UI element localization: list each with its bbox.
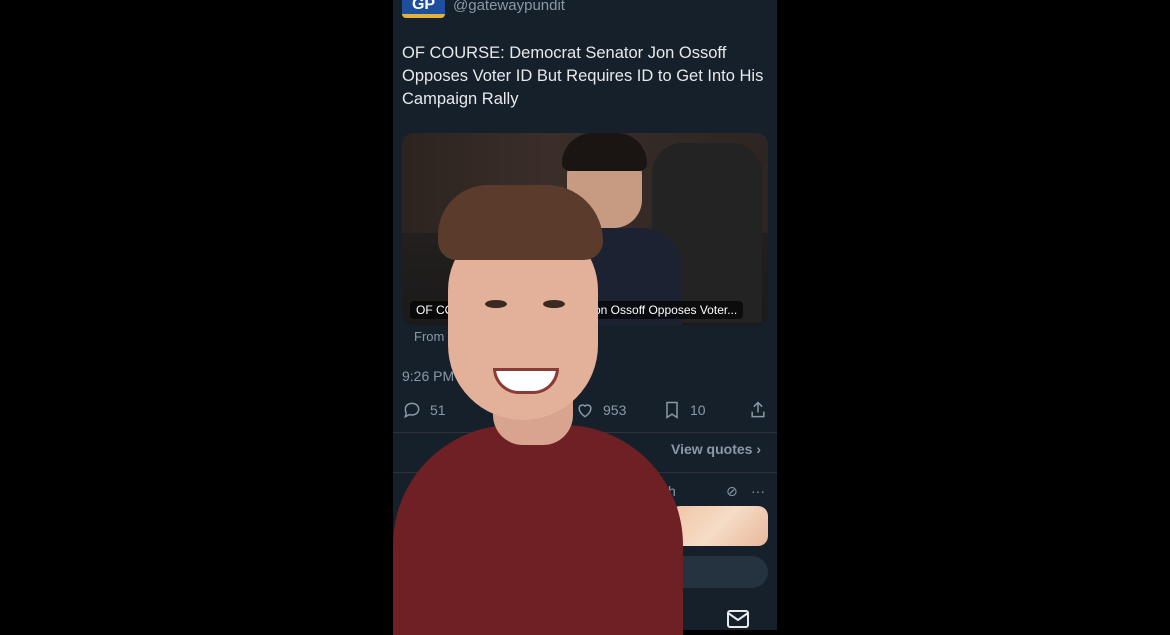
- more-icon[interactable]: ···: [751, 483, 765, 499]
- logo-stripe: [402, 14, 445, 18]
- media-person-hair: [562, 133, 647, 171]
- view-quotes-link[interactable]: View quotes ›: [671, 441, 761, 457]
- chevron-right-icon: ›: [756, 441, 761, 457]
- creator-eye: [543, 300, 565, 308]
- creator-hair: [438, 185, 603, 260]
- tweet-text: OF COURSE: Democrat Senator Jon Ossoff O…: [402, 44, 764, 108]
- author-handle[interactable]: @gatewaypundit: [453, 0, 565, 14]
- creator-overlay: [393, 180, 683, 635]
- share-button[interactable]: [748, 400, 768, 420]
- share-icon: [751, 401, 765, 418]
- view-quotes-label: View quotes: [671, 441, 753, 457]
- bookmark-count: 10: [690, 402, 706, 418]
- reply-media-thumbnail[interactable]: [670, 506, 768, 546]
- logo-text: GP: [411, 0, 436, 13]
- grok-icon[interactable]: ⊘: [726, 483, 738, 500]
- creator-eye: [485, 300, 507, 308]
- mail-icon[interactable]: [727, 610, 749, 628]
- gateway-pundit-logo[interactable]: GP: [402, 0, 445, 18]
- creator-shirt: [393, 425, 683, 635]
